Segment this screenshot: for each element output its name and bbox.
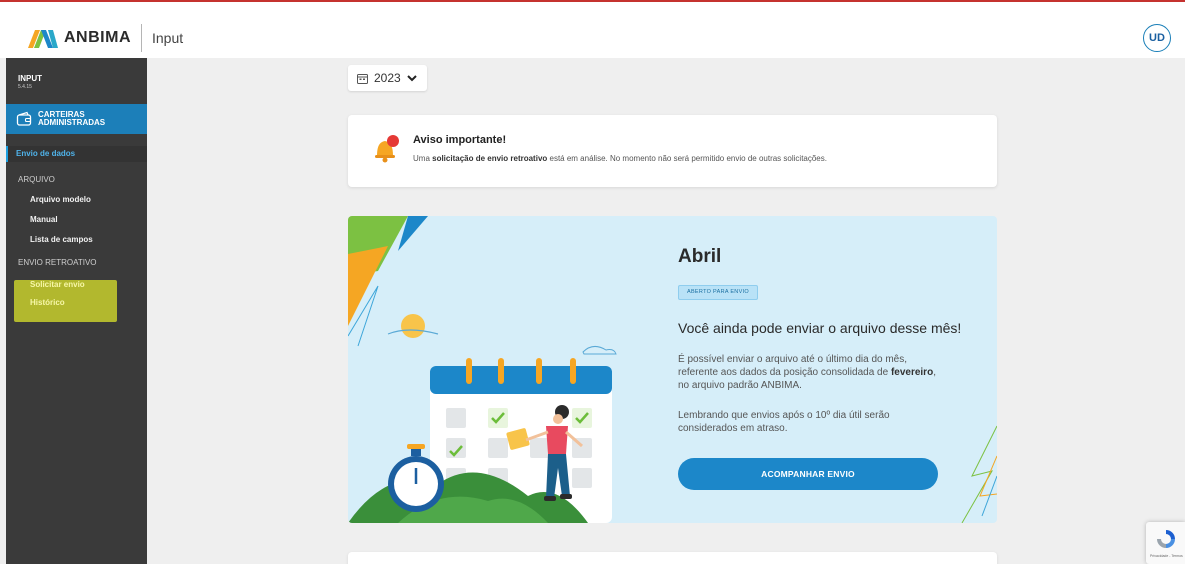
decorative-lines bbox=[961, 425, 997, 523]
bell-icon bbox=[375, 135, 399, 163]
next-month-card bbox=[348, 552, 997, 564]
logo-divider bbox=[141, 24, 142, 52]
sidebar-item-envio-de-dados[interactable]: Envio de dados bbox=[6, 146, 147, 162]
banner-late-note: Lembrando que envios após o 10º dia útil… bbox=[678, 410, 890, 434]
reference-month: fevereiro bbox=[890, 367, 934, 378]
anbima-logo[interactable]: ANBIMA Input bbox=[28, 24, 183, 52]
module-carteiras-administradas[interactable]: CARTEIRAS ADMINISTRADAS bbox=[6, 104, 147, 134]
notice-title: Aviso importante! bbox=[413, 134, 507, 146]
sidebar-header: INPUT 5.4.15 bbox=[18, 74, 42, 90]
sidebar-section-envio-retroativo: ENVIO RETROATIVO bbox=[18, 258, 97, 267]
sidebar: INPUT 5.4.15 CARTEIRAS ADMINISTRADAS Env… bbox=[6, 58, 147, 564]
wallet-icon bbox=[16, 111, 32, 126]
module-label: CARTEIRAS ADMINISTRADAS bbox=[38, 110, 106, 127]
product-name: Input bbox=[152, 30, 184, 46]
chevron-down-icon bbox=[406, 75, 417, 82]
year-value: 2023 bbox=[374, 71, 401, 85]
banner-description: É possível enviar o arquivo até o último… bbox=[678, 354, 936, 391]
submission-banner: Abril ABERTO PARA ENVIO Você ainda pode … bbox=[348, 216, 997, 523]
sidebar-item-lista-de-campos[interactable]: Lista de campos bbox=[30, 235, 93, 244]
recaptcha-icon bbox=[1157, 530, 1175, 548]
sidebar-item-manual[interactable]: Manual bbox=[30, 215, 58, 224]
calendar-icon bbox=[357, 73, 368, 84]
sidebar-item-historico[interactable]: Histórico bbox=[30, 298, 65, 307]
year-selector[interactable]: 2023 bbox=[348, 65, 427, 91]
acompanhar-envio-button[interactable]: ACOMPANHAR ENVIO bbox=[678, 458, 938, 490]
notice-card: Aviso importante! Uma solicitação de env… bbox=[348, 115, 997, 187]
brand-name: ANBIMA bbox=[64, 29, 131, 46]
banner-headline: Você ainda pode enviar o arquivo desse m… bbox=[678, 320, 962, 336]
month-title: Abril bbox=[678, 246, 722, 267]
sidebar-item-arquivo-modelo[interactable]: Arquivo modelo bbox=[30, 195, 91, 204]
sidebar-section-arquivo: ARQUIVO bbox=[18, 175, 55, 184]
notice-text: Uma solicitação de envio retroativo está… bbox=[413, 154, 827, 163]
user-avatar[interactable]: UD bbox=[1143, 24, 1171, 52]
anbima-logo-mark-icon bbox=[28, 30, 58, 48]
notice-bold-text: solicitação de envio retroativo bbox=[432, 154, 548, 163]
sidebar-item-solicitar-envio[interactable]: Solicitar envio bbox=[30, 280, 85, 289]
app-version: 5.4.15 bbox=[18, 84, 32, 90]
top-bar: ANBIMA Input UD bbox=[0, 0, 1185, 58]
calendar-illustration bbox=[348, 216, 617, 523]
app-title: INPUT bbox=[18, 74, 42, 83]
status-badge: ABERTO PARA ENVIO bbox=[678, 285, 758, 300]
recaptcha-badge[interactable]: Privacidade - Termos bbox=[1146, 522, 1185, 564]
recaptcha-label: Privacidade - Termos bbox=[1150, 554, 1183, 558]
